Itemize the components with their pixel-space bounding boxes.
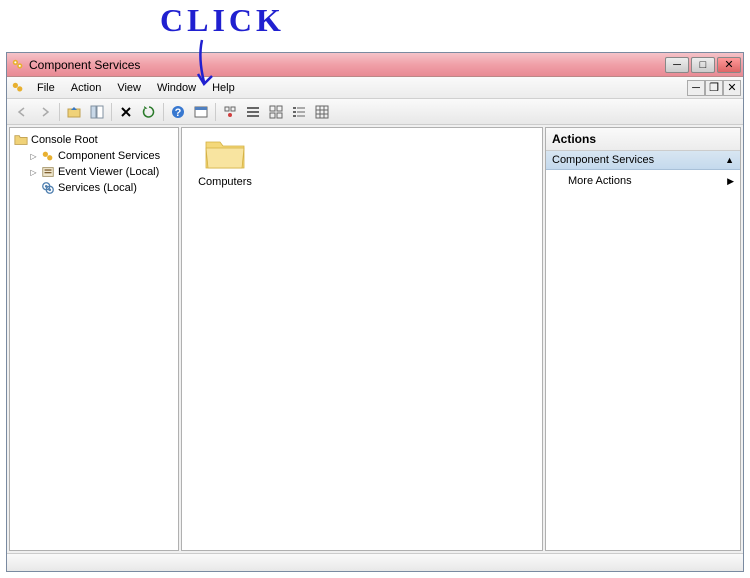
toolbar-separator xyxy=(215,103,216,121)
actions-group-title[interactable]: Component Services ▲ xyxy=(546,151,740,170)
maximize-button[interactable]: □ xyxy=(691,57,715,73)
mdi-minimize-button[interactable]: ─ xyxy=(687,80,705,96)
menu-view[interactable]: View xyxy=(109,80,149,96)
delete-icon xyxy=(119,105,133,119)
tree-root-label: Console Root xyxy=(31,134,98,146)
back-button[interactable] xyxy=(11,101,33,123)
app-icon-small xyxy=(11,81,25,95)
work-area: Console Root ▷ Component Services ▷ Even… xyxy=(7,125,743,553)
extra-button-1[interactable] xyxy=(219,101,241,123)
help-button[interactable]: ? xyxy=(167,101,189,123)
content-item-computers[interactable]: Computers xyxy=(190,136,260,188)
tree-item-component-services[interactable]: ▷ Component Services xyxy=(26,148,176,164)
collapse-icon: ▲ xyxy=(725,155,734,165)
extra-button-2[interactable] xyxy=(242,101,264,123)
title-bar[interactable]: Component Services ─ □ ✕ xyxy=(7,53,743,77)
window-title: Component Services xyxy=(29,58,665,72)
handwritten-annotation: CLICK xyxy=(160,2,285,39)
menu-bar: File Action View Window Help ─ ❐ ✕ xyxy=(7,77,743,99)
expand-placeholder xyxy=(28,183,39,194)
status-bar xyxy=(7,553,743,571)
window-icon xyxy=(193,104,209,120)
refresh-icon xyxy=(142,105,156,119)
services-icon xyxy=(41,181,55,195)
toolbar-separator xyxy=(59,103,60,121)
event-viewer-icon xyxy=(41,165,55,179)
handwritten-arrow xyxy=(192,38,222,90)
expand-icon[interactable]: ▷ xyxy=(28,151,39,162)
tile-icon xyxy=(314,104,330,120)
toolbar-separator xyxy=(163,103,164,121)
tree-item-event-viewer[interactable]: ▷ Event Viewer (Local) xyxy=(26,164,176,180)
forward-icon xyxy=(38,105,52,119)
forward-button[interactable] xyxy=(34,101,56,123)
minimize-icon: ─ xyxy=(692,82,700,94)
toolbar-separator xyxy=(111,103,112,121)
actions-group-label: Component Services xyxy=(552,154,654,166)
extra-button-4[interactable] xyxy=(288,101,310,123)
svg-text:?: ? xyxy=(175,107,182,119)
delete-button[interactable] xyxy=(115,101,137,123)
extra-button-3[interactable] xyxy=(265,101,287,123)
content-item-label: Computers xyxy=(190,176,260,188)
console-tree-icon xyxy=(89,104,105,120)
folder-icon xyxy=(204,136,246,172)
mdi-restore-button[interactable]: ❐ xyxy=(705,80,723,96)
back-icon xyxy=(15,105,29,119)
main-window: Component Services ─ □ ✕ File Action Vie… xyxy=(6,52,744,572)
tree-item-label: Component Services xyxy=(58,150,160,162)
help-icon: ? xyxy=(170,104,186,120)
up-button[interactable] xyxy=(63,101,85,123)
tree-root[interactable]: Console Root xyxy=(12,132,176,148)
close-button[interactable]: ✕ xyxy=(717,57,741,73)
console-tree-pane[interactable]: Console Root ▷ Component Services ▷ Even… xyxy=(9,127,179,551)
close-icon: ✕ xyxy=(727,81,736,94)
expand-icon[interactable]: ▷ xyxy=(28,167,39,178)
folder-icon xyxy=(14,133,28,147)
maximize-icon: □ xyxy=(700,59,707,71)
content-pane[interactable]: Computers xyxy=(181,127,543,551)
refresh-button[interactable] xyxy=(138,101,160,123)
extra-button-5[interactable] xyxy=(311,101,333,123)
tree-item-label: Services (Local) xyxy=(58,182,137,194)
actions-more-actions[interactable]: More Actions ▶ xyxy=(546,170,740,192)
grid-icon xyxy=(222,104,238,120)
grid2-icon xyxy=(268,104,284,120)
mdi-close-button[interactable]: ✕ xyxy=(723,80,741,96)
menu-action[interactable]: Action xyxy=(63,80,110,96)
tree-item-services[interactable]: Services (Local) xyxy=(26,180,176,196)
minimize-button[interactable]: ─ xyxy=(665,57,689,73)
toolbar: ? xyxy=(7,99,743,125)
actions-pane: Actions Component Services ▲ More Action… xyxy=(545,127,741,551)
restore-icon: ❐ xyxy=(709,81,719,94)
details-icon xyxy=(291,104,307,120)
actions-item-label: More Actions xyxy=(568,175,632,187)
up-folder-icon xyxy=(66,104,82,120)
show-hide-tree-button[interactable] xyxy=(86,101,108,123)
chevron-right-icon: ▶ xyxy=(727,176,734,187)
new-window-button[interactable] xyxy=(190,101,212,123)
actions-header: Actions xyxy=(546,128,740,151)
tree-item-label: Event Viewer (Local) xyxy=(58,166,159,178)
close-icon: ✕ xyxy=(724,58,733,71)
app-icon xyxy=(11,58,25,72)
menu-file[interactable]: File xyxy=(29,80,63,96)
list-icon xyxy=(245,104,261,120)
component-services-icon xyxy=(41,149,55,163)
minimize-icon: ─ xyxy=(673,59,681,71)
